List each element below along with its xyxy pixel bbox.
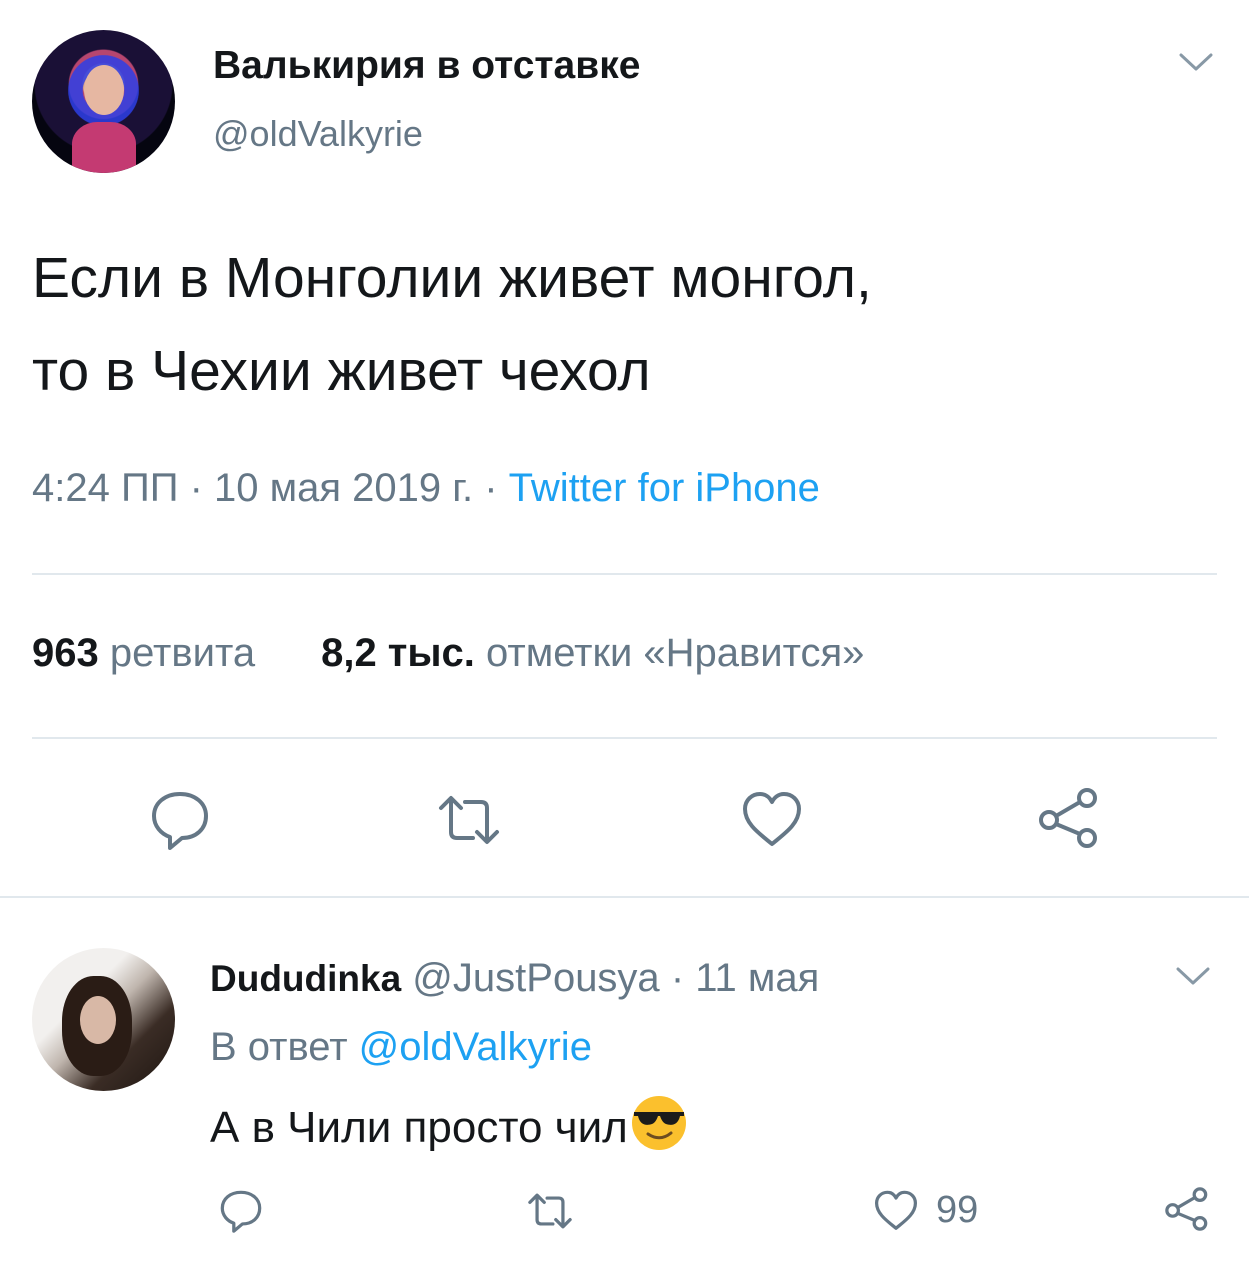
likes-stat[interactable]: 8,2 тыс. отметки «Нравится» — [321, 631, 864, 675]
retweet-label: ретвита — [109, 631, 256, 675]
share-icon — [1039, 788, 1097, 848]
reply-separator: · — [670, 956, 685, 1000]
sunglasses-emoji-icon — [630, 1094, 688, 1152]
reply-button[interactable] — [148, 788, 212, 852]
tweet-stats: 963 ретвита 8,2 тыс. отметки «Нравится» — [32, 631, 864, 676]
reply-prefix: В ответ — [210, 1025, 348, 1069]
reply-to-line: В ответ @oldValkyrie — [210, 1025, 592, 1070]
divider — [32, 573, 1217, 575]
tweet-meta: 4:24 ПП · 10 мая 2019 г. · Twitter for i… — [32, 466, 820, 511]
share-icon — [1165, 1187, 1208, 1231]
tweet-text-line: Если в Монголии живет монгол, — [32, 246, 872, 310]
reply-author-avatar[interactable] — [32, 948, 175, 1091]
like-count: 8,2 тыс. — [321, 631, 475, 675]
reply-reply-button[interactable] — [218, 1188, 264, 1234]
divider — [32, 737, 1217, 739]
tweet-text-line: то в Чехии живет чехол — [32, 339, 651, 403]
reply-icon — [152, 792, 208, 850]
chevron-down-icon[interactable] — [1176, 966, 1210, 986]
reply-text-content: А в Чили просто чил — [210, 1103, 628, 1152]
section-separator — [0, 896, 1249, 898]
chevron-down-icon[interactable] — [1179, 52, 1213, 72]
tweet-text: Если в Монголии живет монгол, то в Чехии… — [32, 232, 1212, 418]
reply-author-handle[interactable]: @JustPousya — [412, 956, 659, 1000]
tweet-source[interactable]: Twitter for iPhone — [509, 466, 820, 510]
author-handle[interactable]: @oldValkyrie — [213, 113, 423, 155]
retweets-stat[interactable]: 963 ретвита — [32, 631, 255, 675]
reply-text: А в Чили просто чил — [210, 1094, 688, 1153]
meta-separator: · — [189, 466, 203, 510]
retweet-count: 963 — [32, 631, 99, 675]
reply-like-count: 99 — [936, 1189, 979, 1231]
author-name[interactable]: Валькирия в отставке — [213, 44, 640, 88]
share-button[interactable] — [1037, 786, 1101, 850]
like-icon — [874, 1190, 918, 1230]
reply-share-button[interactable] — [1164, 1186, 1210, 1232]
retweet-icon — [528, 1193, 572, 1229]
tweet-time: 4:24 ПП — [32, 466, 179, 510]
like-label: отметки «Нравится» — [486, 631, 865, 675]
reply-date[interactable]: 11 мая — [695, 956, 819, 1000]
like-button[interactable] — [740, 788, 804, 852]
meta-separator: · — [484, 466, 498, 510]
like-icon — [743, 792, 801, 846]
reply-author-name[interactable]: Dududinka — [210, 958, 401, 999]
tweet-date[interactable]: 10 мая 2019 г. — [214, 466, 473, 510]
retweet-icon — [439, 796, 499, 844]
retweet-button[interactable] — [437, 788, 501, 852]
reply-retweet-button[interactable] — [527, 1188, 573, 1234]
reply-header: Dududinka @JustPousya · 11 мая — [210, 956, 819, 1001]
reply-like-button[interactable] — [873, 1188, 919, 1234]
reply-to-handle[interactable]: @oldValkyrie — [359, 1025, 592, 1069]
reply-icon — [220, 1190, 262, 1233]
author-avatar[interactable] — [32, 30, 175, 173]
